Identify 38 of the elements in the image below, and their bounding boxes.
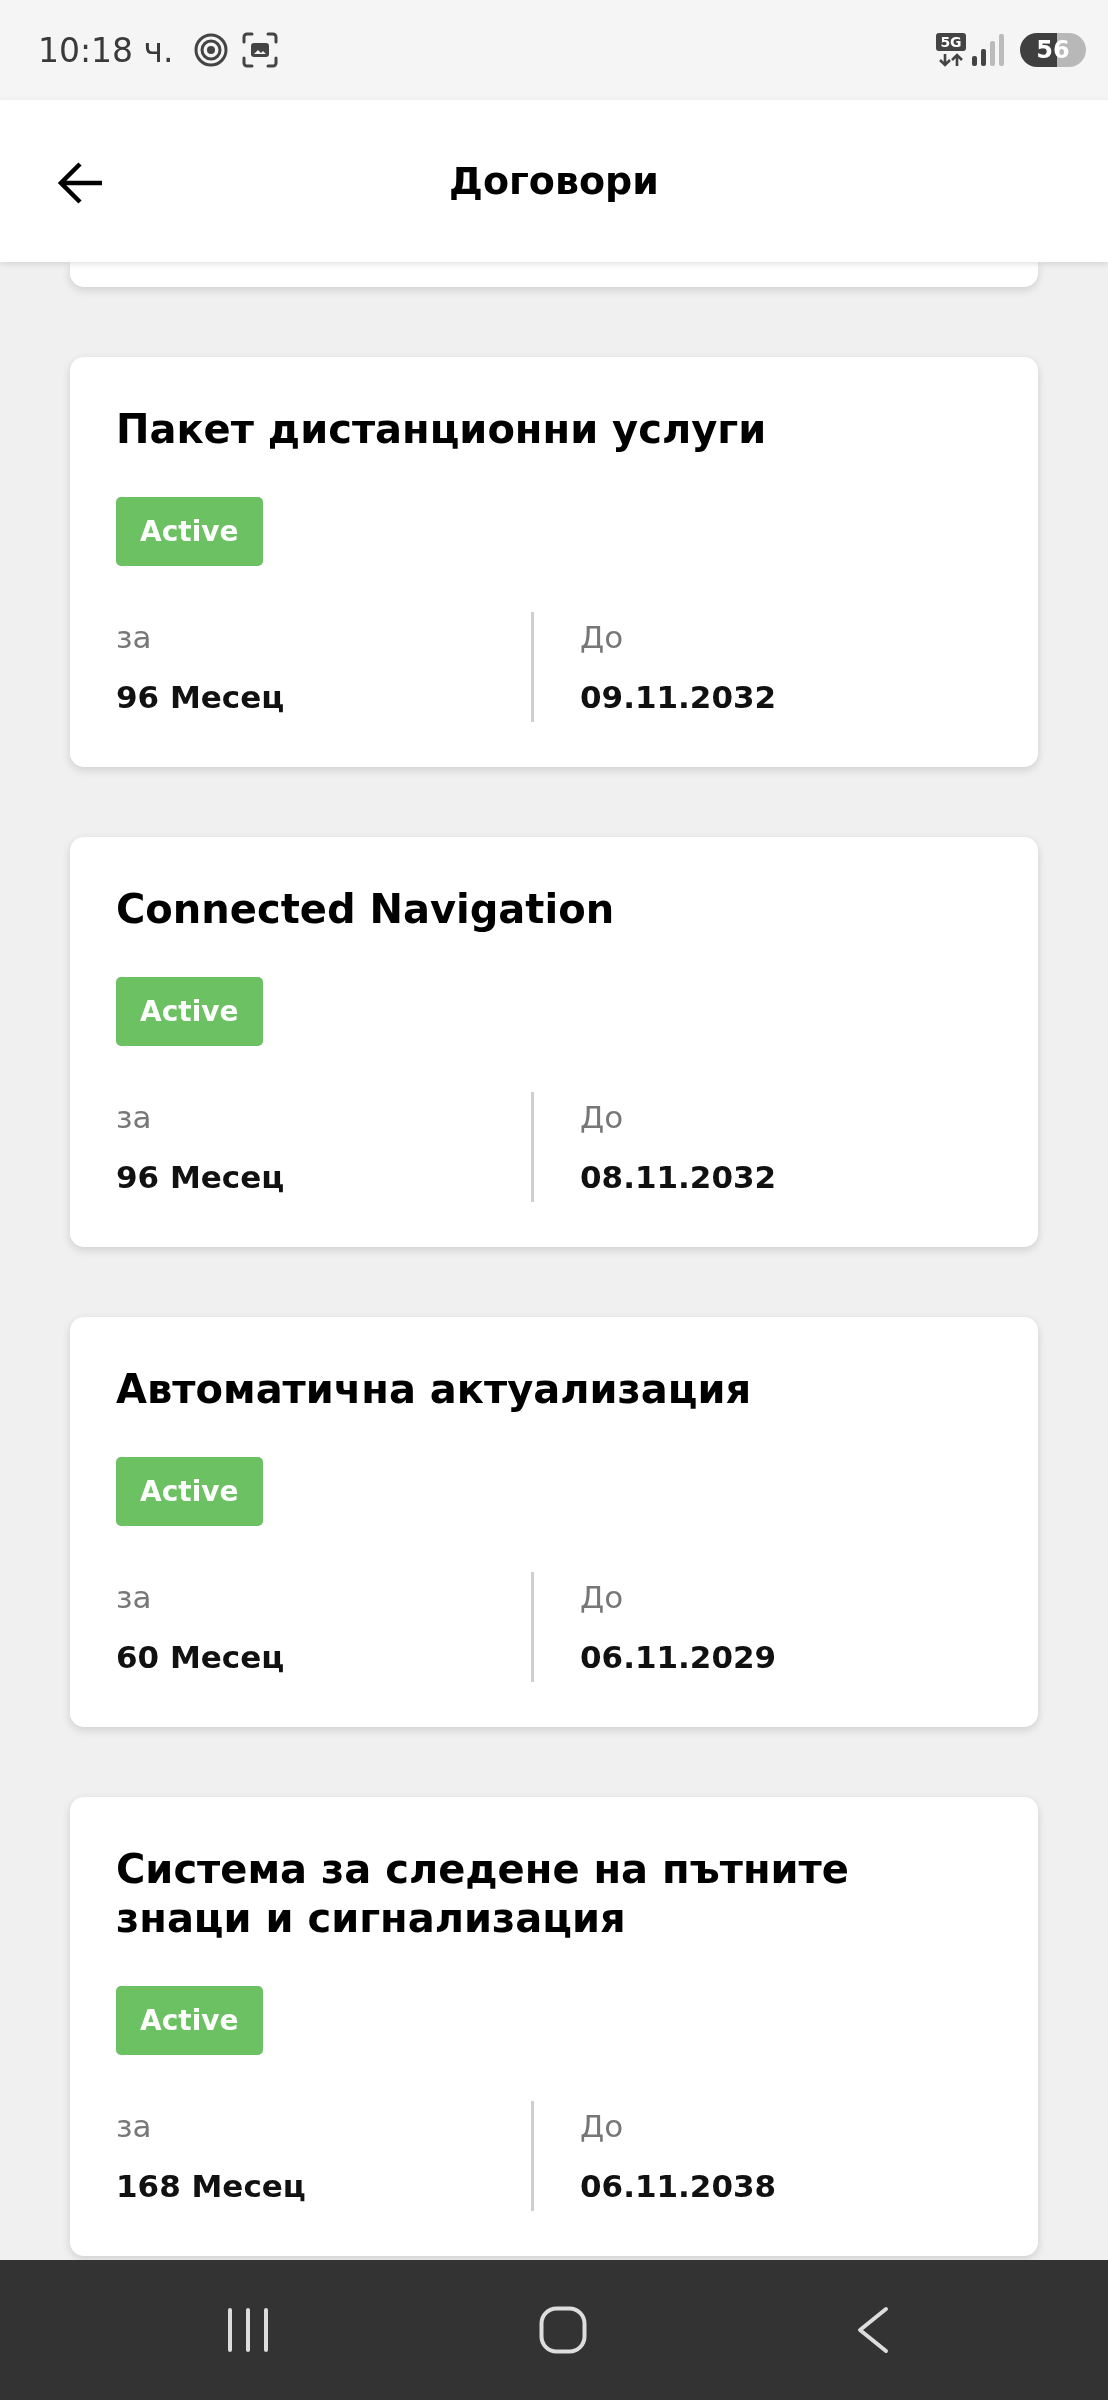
term-label: за [116,2107,153,2146]
term-value: 168 Месец [116,2167,307,2206]
clock-time: 10:18 ч. [38,30,174,70]
status-badge: Active [116,1457,263,1526]
end-date-label: До [580,2107,625,2146]
contract-title: Connected Navigation [116,885,616,934]
end-date-label: До [580,1098,625,1137]
term-value: 60 Месец [116,1638,286,1677]
end-date-value: 09.11.2032 [580,678,778,717]
end-date-label: До [580,618,625,657]
term-label: за [116,1098,153,1137]
contract-card[interactable]: Connected Navigation Active за 96 Месец До 08.11.2032 [70,837,1038,1247]
end-date-value: 08.11.2032 [580,1158,778,1197]
status-badge: Active [116,1986,263,2055]
contract-card[interactable]: Автоматична актуализация Active за 60 Месец До 06.11.2029 [70,1317,1038,1727]
chevron-left-icon[interactable] [857,2306,889,2354]
contract-card[interactable]: Система за следене на пътните знаци и сигнализация Active за 168 Месец До 06.11.2038 [70,1797,1038,2256]
status-badge: Active [116,497,263,566]
term-value: 96 Месец [116,678,286,717]
recent-apps-icon[interactable] [227,2307,269,2353]
contract-card[interactable]: Пакет дистанционни услуги Active за 96 Месец До 09.11.2032 [70,357,1038,767]
status-badge: Active [116,977,263,1046]
screenshot-icon [241,32,278,68]
term-label: за [116,618,153,657]
end-date-label: До [580,1578,625,1617]
network-type-badge: 5G [936,33,966,51]
contract-title: Система за следене на пътните знаци и сигнализация [116,1845,850,1943]
contract-title: Автоматична актуализация [116,1365,753,1414]
term-value: 96 Месец [116,1158,286,1197]
contract-title: Пакет дистанционни услуги [116,405,768,454]
concentric-circles-icon [193,33,228,67]
term-label: за [116,1578,153,1617]
home-icon[interactable] [539,2306,587,2354]
signal-icon [972,34,1006,66]
screen-title: Договори [449,159,659,203]
end-date-value: 06.11.2029 [580,1638,778,1677]
back-arrow-icon[interactable] [58,161,104,205]
end-date-value: 06.11.2038 [580,2167,778,2206]
